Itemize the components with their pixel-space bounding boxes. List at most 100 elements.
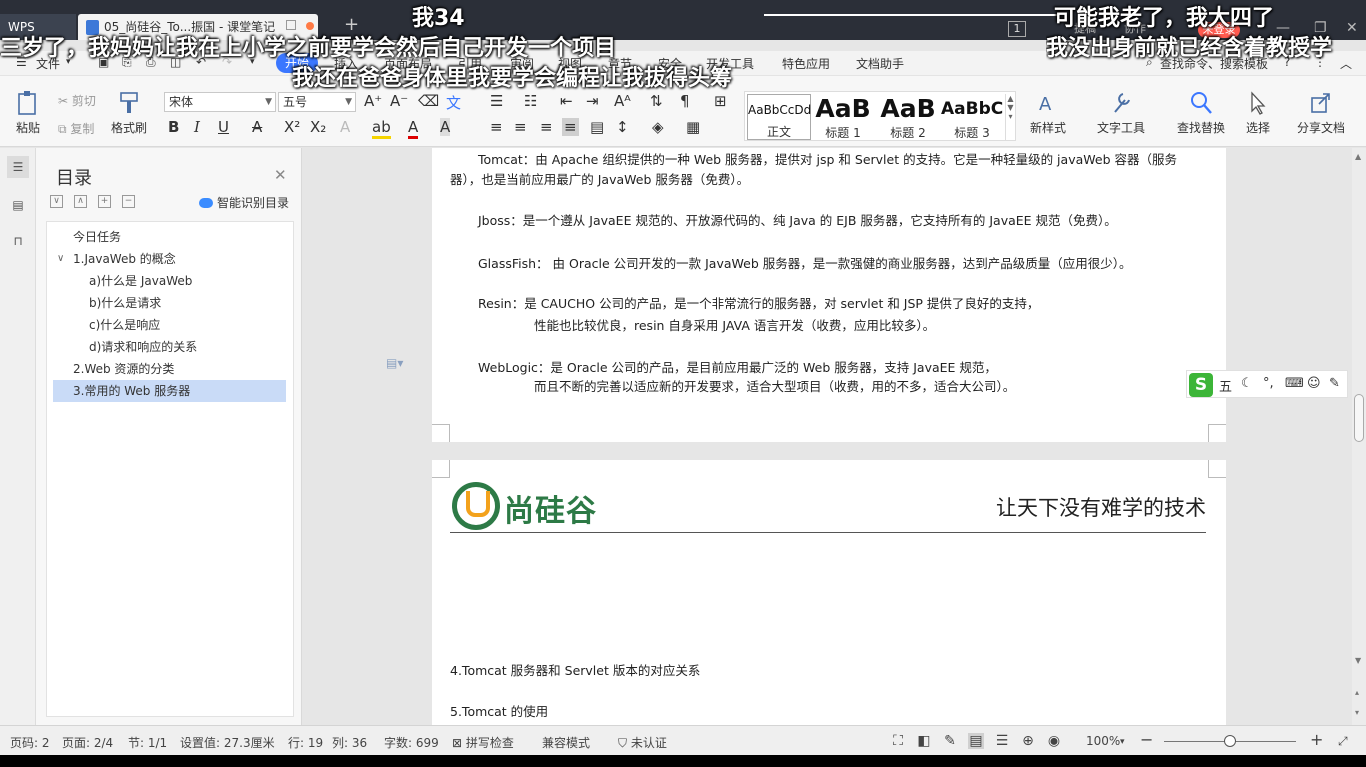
superscript-button[interactable]: X² <box>284 118 300 136</box>
save-icon[interactable]: ▣ <box>98 55 109 69</box>
scroll-up-icon[interactable]: ▲ <box>1355 152 1361 161</box>
align-right-icon[interactable]: ≡ <box>540 118 553 136</box>
toc-item[interactable]: 3.常用的 Web 服务器 <box>53 380 286 402</box>
restore-button[interactable]: ❐ <box>1314 20 1327 36</box>
more-button[interactable]: ⋮ <box>1314 55 1326 69</box>
style-heading-3[interactable]: AaBbC( 标题 3 <box>941 94 1003 140</box>
char-shading-button[interactable]: A <box>440 118 451 136</box>
fullscreen-icon[interactable]: ⛶ <box>890 733 906 749</box>
chevron-down-icon[interactable]: ∨ <box>57 248 64 270</box>
distribute-icon[interactable]: ▤ <box>590 118 604 136</box>
toc-item[interactable]: c)什么是响应 <box>53 314 286 336</box>
keyboard-icon[interactable]: ⌨ <box>1285 376 1304 391</box>
bold-button[interactable]: B <box>168 118 179 136</box>
subscript-button[interactable]: X₂ <box>310 118 326 136</box>
undo-icon[interactable]: ↶ <box>196 55 206 69</box>
select-button[interactable]: 选择 <box>1238 90 1278 136</box>
user-icon[interactable]: ☺ <box>1307 376 1321 391</box>
sogou-logo-icon[interactable]: S <box>1189 373 1213 397</box>
text-effect-button[interactable]: A <box>340 118 350 136</box>
vertical-scrollbar[interactable]: ▲ ▼ ▴ ▾ <box>1352 148 1366 725</box>
font-color-button[interactable]: A <box>408 118 419 139</box>
document-canvas[interactable]: ▤▾ Tomcat：由 Apache 组织提供的一种 Web 服务器，提供对 j… <box>302 148 1352 725</box>
align-left-icon[interactable]: ≡ <box>490 118 503 136</box>
font-size-select[interactable]: 五号 ▼ <box>278 92 356 112</box>
page-view-icon[interactable]: ▤ <box>968 733 984 749</box>
remove-heading-icon[interactable]: − <box>122 195 135 208</box>
format-painter-button[interactable]: 格式刷 <box>108 90 150 136</box>
justify-icon[interactable]: ≡ <box>562 118 579 136</box>
web-view-icon[interactable]: ⊕ <box>1020 733 1036 749</box>
write-mode-icon[interactable]: ✎ <box>942 733 958 749</box>
decrease-indent-icon[interactable]: ⇤ <box>560 92 573 110</box>
style-heading-1[interactable]: AaB 标题 1 <box>813 94 873 140</box>
tab-doc-assistant[interactable]: 文档助手 <box>856 55 904 72</box>
command-search[interactable]: 查找命令、搜索模板 <box>1160 55 1268 72</box>
print-icon[interactable]: ⎙ <box>146 55 156 70</box>
moon-icon[interactable]: ☾ <box>1241 376 1253 391</box>
menu-file[interactable]: 文件 <box>36 55 60 72</box>
status-pages[interactable]: 页面: 2/4 <box>62 734 113 751</box>
bullet-list-icon[interactable]: ☰ <box>490 92 503 110</box>
zoom-in-button[interactable]: + <box>1310 730 1323 749</box>
login-button[interactable]: 未登录 <box>1198 22 1240 38</box>
tab-review[interactable]: 审阅 <box>510 55 534 72</box>
highlight-button[interactable]: ab <box>372 118 391 139</box>
borders-icon[interactable]: ▦ <box>686 118 700 136</box>
tab-dev-tools[interactable]: 开发工具 <box>706 55 754 72</box>
table-format-icon[interactable]: ⊞ <box>714 92 727 110</box>
paste-button[interactable]: 粘贴 <box>12 90 44 136</box>
document-tab[interactable]: 05_尚硅谷_To...振国 - 课堂笔记 <box>78 14 318 40</box>
toc-item[interactable]: a)什么是 JavaWeb <box>53 270 286 292</box>
tab-window-icon[interactable] <box>286 20 296 30</box>
close-icon[interactable]: ✕ <box>274 166 287 184</box>
cut-button[interactable]: ✂ 剪切 <box>58 92 96 109</box>
toc-icon[interactable]: ☰ <box>7 156 29 178</box>
tab-page-layout[interactable]: 页面布局 <box>384 55 432 72</box>
strikethrough-button[interactable]: A <box>252 118 262 136</box>
window-count-badge[interactable]: 1 <box>1008 21 1026 37</box>
scrollbar-thumb[interactable] <box>1354 394 1364 442</box>
status-page-no[interactable]: 页码: 2 <box>10 734 50 751</box>
ime-mode[interactable]: 五 <box>1219 376 1232 395</box>
font-name-select[interactable]: 宋体 ▼ <box>164 92 276 112</box>
wps-home-tab[interactable]: WPS <box>0 14 76 40</box>
search-icon[interactable]: ⌕ <box>1146 55 1153 70</box>
quick-access-chevron-icon[interactable]: ▾ <box>250 57 255 67</box>
ime-toolbar[interactable]: S 五 ☾ °, ⌨ ☺ ✎ <box>1186 370 1348 398</box>
italic-button[interactable]: I <box>194 118 200 136</box>
tab-view[interactable]: 视图 <box>558 55 582 72</box>
expand-up-icon[interactable]: ∧ <box>74 195 87 208</box>
outline-view-icon[interactable]: ☰ <box>994 733 1010 749</box>
line-spacing-icon[interactable]: ↕ <box>616 118 629 136</box>
underline-button[interactable]: U <box>218 118 229 136</box>
sort-icon[interactable]: ⇅ <box>650 92 663 110</box>
hamburger-icon[interactable]: ☰ <box>16 55 27 69</box>
text-tools-button[interactable]: 文字工具 <box>1092 90 1150 136</box>
share-doc-button[interactable]: 分享文档 <box>1292 90 1350 136</box>
toc-item[interactable]: b)什么是请求 <box>53 292 286 314</box>
zoom-slider-thumb[interactable] <box>1224 735 1236 747</box>
eye-protect-icon[interactable]: ◉ <box>1046 733 1062 749</box>
tab-start[interactable]: 开始 <box>276 53 318 73</box>
number-list-icon[interactable]: ☷ <box>524 92 537 110</box>
smart-toc-button[interactable]: 智能识别目录 <box>199 194 289 211</box>
cert-status[interactable]: ⛉ 未认证 <box>618 734 667 751</box>
style-heading-2[interactable]: AaB 标题 2 <box>877 94 939 140</box>
clear-format-icon[interactable]: ⌫ <box>418 92 439 110</box>
add-heading-icon[interactable]: + <box>98 195 111 208</box>
tab-insert[interactable]: 插入 <box>334 55 358 72</box>
toc-item[interactable]: ∨ 1.JavaWeb 的概念 <box>53 248 286 270</box>
scroll-down-icon[interactable]: ▼ <box>1355 656 1361 665</box>
draft-label[interactable]: 捷稿 <box>1074 20 1096 36</box>
shading-icon[interactable]: ◈ <box>652 118 664 136</box>
tab-special-apps[interactable]: 特色应用 <box>782 55 830 72</box>
shrink-font-icon[interactable]: A⁻ <box>390 92 408 110</box>
increase-indent-icon[interactable]: ⇥ <box>586 92 599 110</box>
minimize-button[interactable]: — <box>1276 20 1290 36</box>
style-gallery-scroll[interactable]: ▲ ▼ ▾ <box>1005 94 1015 140</box>
prev-page-icon[interactable]: ▴ <box>1355 688 1359 697</box>
collab-label[interactable]: 协作 <box>1124 20 1146 36</box>
punctuation-icon[interactable]: °, <box>1263 376 1274 391</box>
style-normal[interactable]: AaBbCcDd 正文 <box>747 94 811 140</box>
